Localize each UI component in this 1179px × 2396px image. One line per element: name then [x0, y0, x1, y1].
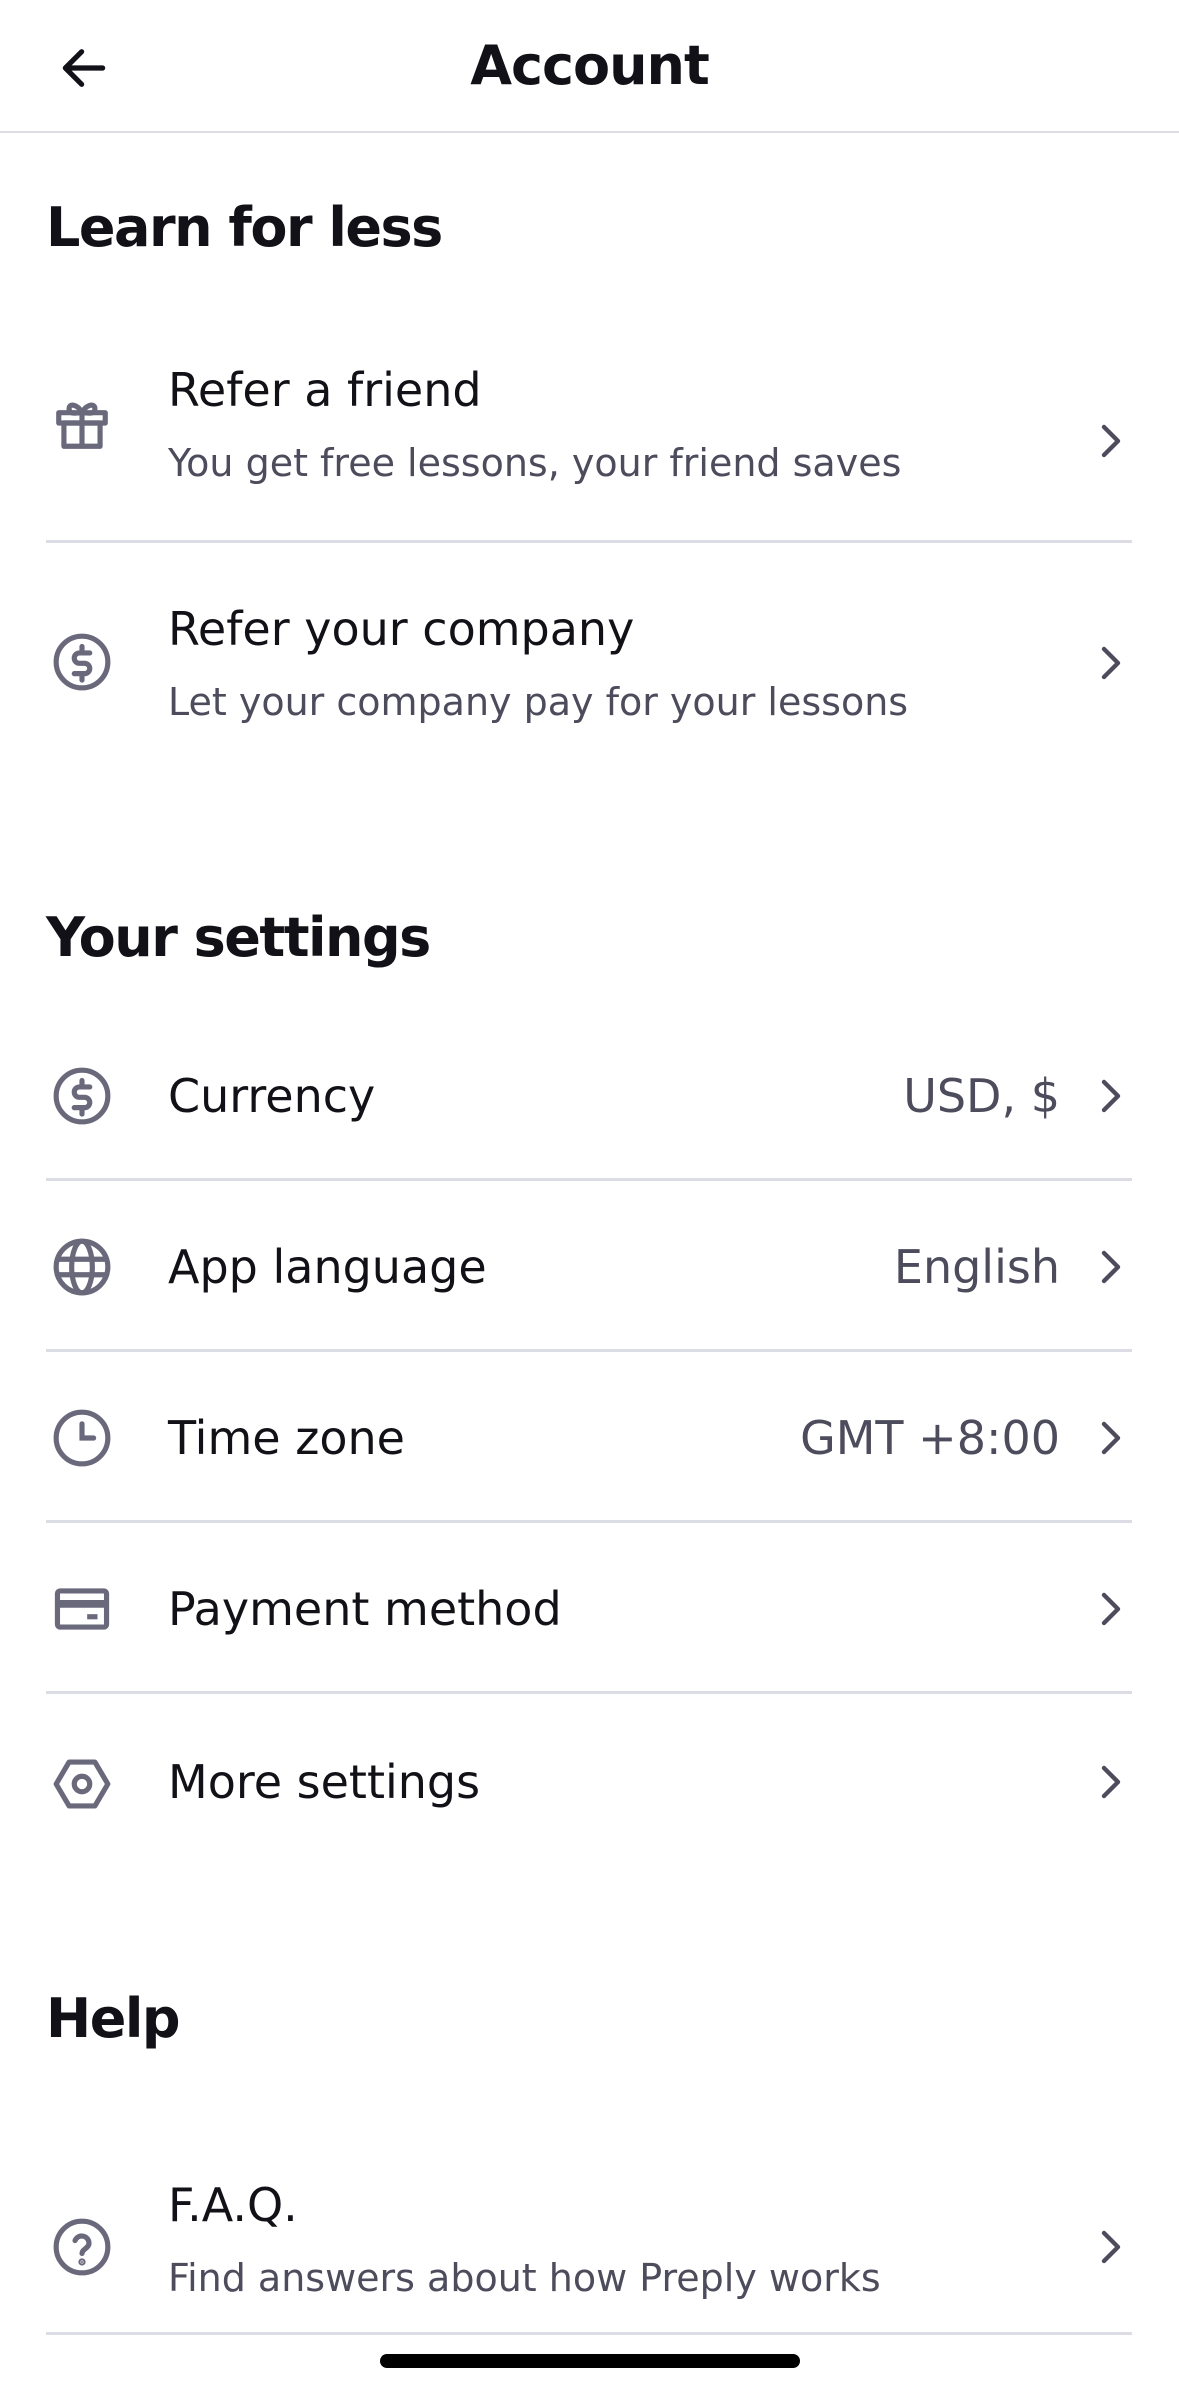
- chevron-right-icon: [1092, 2227, 1132, 2267]
- credit-card-icon: [46, 1573, 118, 1645]
- more-settings-label: More settings: [168, 1755, 481, 1809]
- section-title-learn: Learn for less: [46, 196, 443, 259]
- section-title-help: Help: [46, 1987, 180, 2050]
- gift-icon: [46, 387, 118, 459]
- chevron-right-icon: [1092, 421, 1132, 461]
- top-bar: Account: [0, 0, 1179, 133]
- chevron-right-icon: [1092, 1247, 1132, 1287]
- currency-value: USD, $: [903, 1069, 1060, 1123]
- refer-friend-label: Refer a friend: [168, 363, 482, 417]
- faq-row[interactable]: F.A.Q. Find answers about how Preply wor…: [46, 2120, 1132, 2335]
- currency-row[interactable]: Currency USD, $: [46, 1010, 1132, 1181]
- dollar-circle-icon: [46, 1060, 118, 1132]
- page-title: Account: [470, 34, 710, 97]
- more-settings-row[interactable]: More settings: [46, 1694, 1132, 1874]
- globe-icon: [46, 1231, 118, 1303]
- refer-company-subtitle: Let your company pay for your lessons: [168, 680, 909, 724]
- refer-company-row[interactable]: Refer your company Let your company pay …: [46, 543, 1132, 761]
- chevron-right-icon: [1092, 1762, 1132, 1802]
- currency-label: Currency: [168, 1069, 376, 1123]
- section-title-settings: Your settings: [46, 906, 431, 969]
- chevron-right-icon: [1092, 1589, 1132, 1629]
- time-zone-value: GMT +8:00: [800, 1411, 1060, 1465]
- refer-friend-row[interactable]: Refer a friend You get free lessons, you…: [46, 325, 1132, 543]
- chevron-right-icon: [1092, 643, 1132, 683]
- app-language-label: App language: [168, 1240, 487, 1294]
- payment-method-row[interactable]: Payment method: [46, 1523, 1132, 1694]
- faq-subtitle: Find answers about how Preply works: [168, 2256, 881, 2300]
- settings-hexagon-icon: [46, 1748, 118, 1820]
- question-circle-icon: [46, 2211, 118, 2283]
- chevron-right-icon: [1092, 1418, 1132, 1458]
- home-indicator: [380, 2354, 800, 2368]
- time-zone-label: Time zone: [168, 1411, 405, 1465]
- faq-label: F.A.Q.: [168, 2178, 298, 2232]
- time-zone-row[interactable]: Time zone GMT +8:00: [46, 1352, 1132, 1523]
- refer-friend-subtitle: You get free lessons, your friend saves: [168, 441, 902, 485]
- refer-company-label: Refer your company: [168, 602, 635, 656]
- dollar-circle-icon: [46, 626, 118, 698]
- payment-method-label: Payment method: [168, 1582, 562, 1636]
- clock-icon: [46, 1402, 118, 1474]
- app-language-row[interactable]: App language English: [46, 1181, 1132, 1352]
- chevron-right-icon: [1092, 1076, 1132, 1116]
- app-language-value: English: [893, 1240, 1060, 1294]
